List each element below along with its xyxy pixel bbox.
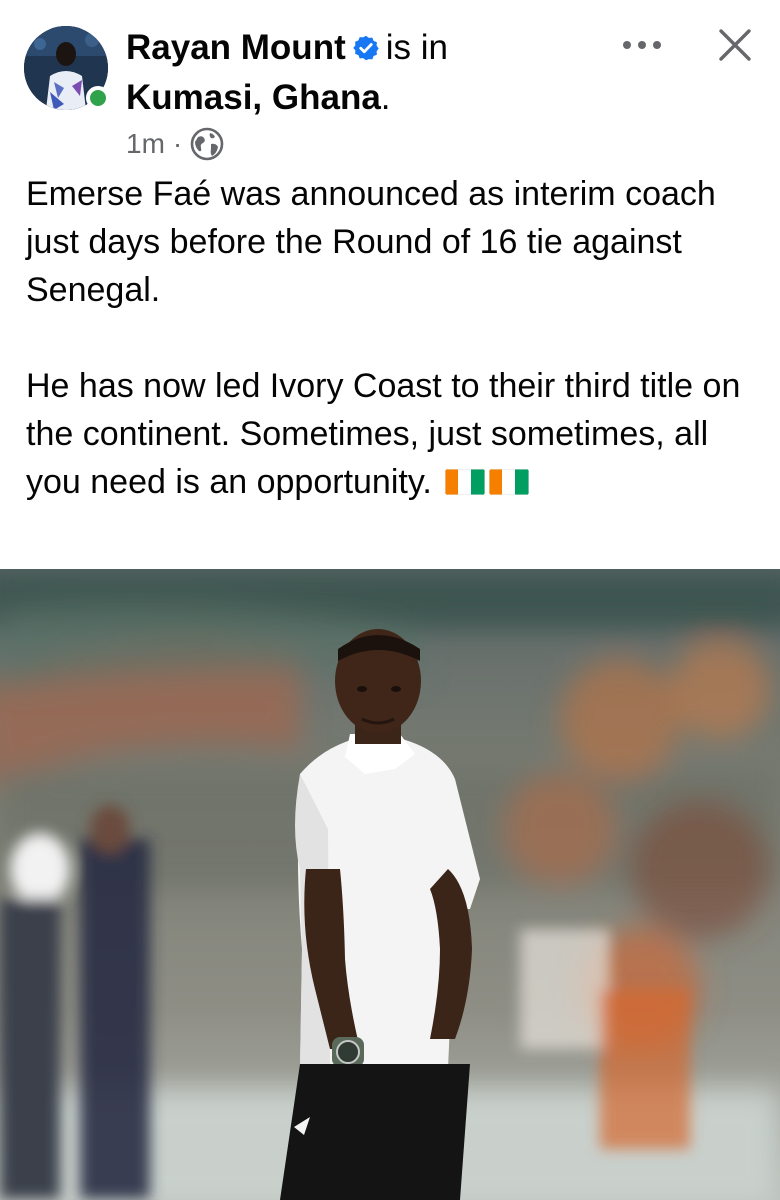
is-in-text: is in [385, 28, 448, 67]
meta-separator: · [172, 128, 183, 159]
ivory-coast-flag-icon [489, 469, 530, 495]
post-body: Emerse Faé was announced as interim coac… [26, 170, 766, 506]
location-suffix: . [380, 78, 391, 117]
location-link[interactable]: Kumasi, Ghana [126, 78, 381, 117]
verified-badge-icon [352, 29, 380, 61]
post-paragraph-1: Emerse Faé was announced as interim coac… [26, 175, 716, 309]
post-timestamp[interactable]: 1m [126, 128, 165, 160]
online-status-dot [86, 86, 110, 110]
ivory-coast-flag-icon [445, 469, 486, 495]
post-paragraph-2: He has now led Ivory Coast to their thir… [26, 362, 766, 506]
more-options-button[interactable] [614, 26, 670, 66]
post-meta: 1m · [126, 124, 224, 164]
author-line: Rayan Mount is in [126, 26, 448, 70]
post-photo[interactable] [0, 569, 780, 1200]
globe-icon [190, 127, 224, 161]
author-name[interactable]: Rayan Mount [126, 28, 346, 67]
more-options-icon [622, 37, 662, 55]
close-button[interactable] [712, 24, 758, 70]
author-avatar[interactable] [24, 26, 110, 112]
post-header: Rayan Mount is in Kumasi, Ghana. 1m · [0, 0, 780, 165]
location-line: Kumasi, Ghana. [126, 76, 391, 120]
close-icon [718, 28, 752, 67]
post-paragraph-2-text: He has now led Ivory Coast to their thir… [26, 367, 741, 501]
